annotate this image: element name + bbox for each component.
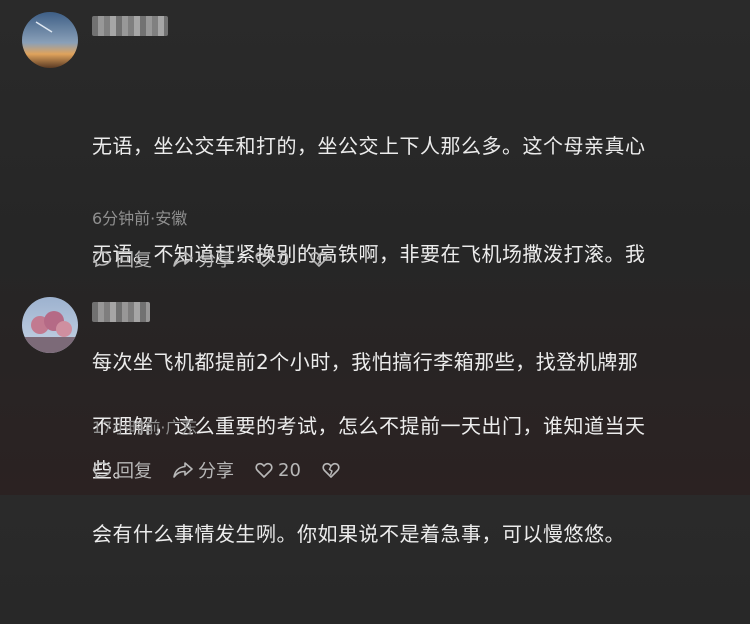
like-button[interactable]: 20 [254, 460, 301, 481]
broken-heart-icon [322, 462, 340, 478]
dislike-button[interactable] [309, 249, 333, 269]
reply-button[interactable]: 回复 [92, 457, 152, 483]
share-button[interactable]: 分享 [172, 246, 234, 272]
like-count: 0 [278, 248, 290, 270]
username[interactable] [92, 16, 168, 36]
comment-meta: 17小时前·广东 [92, 418, 198, 437]
reply-bubble-icon [93, 462, 111, 479]
reply-label: 回复 [116, 461, 152, 482]
reply-bubble-icon [93, 251, 111, 268]
broken-heart-icon [310, 251, 329, 267]
reply-label: 回复 [116, 250, 152, 271]
dislike-button[interactable] [321, 460, 345, 480]
comment-line: 无语，坐公交车和打的，坐公交上下人那么多。这个母亲真心 [92, 134, 646, 158]
comment-line: 会有什么事情发生咧。你如果说不是着急事，可以慢悠悠。 [92, 522, 625, 546]
share-arrow-icon [173, 251, 193, 267]
share-arrow-icon [173, 462, 193, 478]
share-label: 分享 [198, 461, 234, 482]
share-label: 分享 [198, 250, 234, 271]
comment-meta: 6分钟前·安徽 [92, 209, 188, 228]
comment-actions: 回复 分享 0 [92, 246, 353, 272]
reply-button[interactable]: 回复 [92, 246, 152, 272]
avatar[interactable] [22, 12, 78, 68]
avatar[interactable] [22, 297, 78, 353]
like-button[interactable]: 0 [254, 249, 289, 270]
heart-icon [255, 462, 273, 478]
heart-icon [255, 251, 273, 267]
username[interactable] [92, 302, 150, 322]
like-count: 20 [278, 459, 301, 481]
share-button[interactable]: 分享 [172, 457, 234, 483]
comment-actions: 回复 分享 20 [92, 457, 365, 483]
